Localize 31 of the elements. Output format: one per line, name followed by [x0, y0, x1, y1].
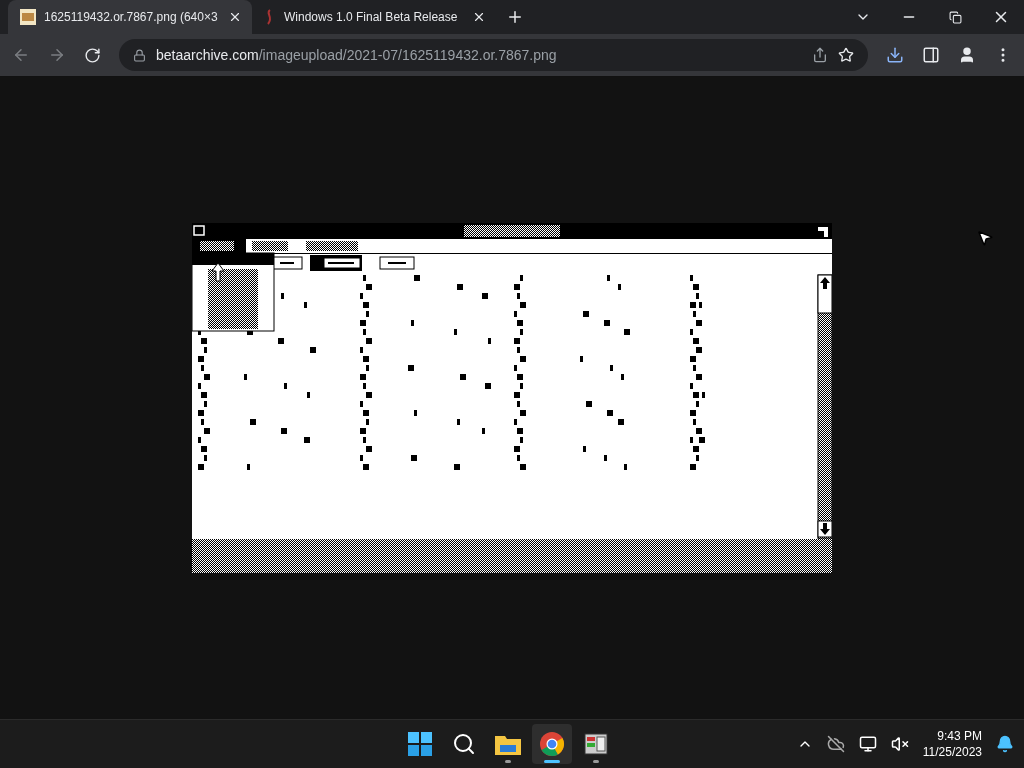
- start-icon[interactable]: [408, 732, 432, 756]
- address-bar[interactable]: betaarchive.com/imageupload/2021-07/1625119432.or.7867.png: [119, 39, 868, 71]
- clock[interactable]: 9:43 PM 11/25/2023: [922, 728, 982, 760]
- lock-icon: [133, 48, 146, 62]
- star-icon[interactable]: [838, 47, 854, 63]
- tab-title: 1625119432.or.7867.png (640×3: [44, 10, 219, 24]
- clock-date: 11/25/2023: [922, 744, 982, 760]
- tab-title: Windows 1.0 Final Beta Release: [284, 10, 459, 24]
- app-window-icon[interactable]: [583, 731, 609, 757]
- volume-muted-icon[interactable]: [890, 735, 909, 753]
- back-icon[interactable]: [12, 46, 30, 64]
- download-icon[interactable]: [886, 46, 904, 64]
- clock-time: 9:43 PM: [937, 728, 982, 744]
- mouse-pointer-icon: [976, 229, 994, 247]
- close-icon[interactable]: [472, 10, 486, 24]
- restore-icon[interactable]: [948, 10, 962, 24]
- forward-icon[interactable]: [48, 46, 66, 64]
- profile-icon[interactable]: [958, 46, 976, 64]
- browser-icon[interactable]: [539, 731, 565, 757]
- share-icon[interactable]: [812, 47, 828, 63]
- cloud-off-icon[interactable]: [826, 735, 845, 753]
- notification-icon[interactable]: [996, 735, 1014, 753]
- browser-tab[interactable]: 1625119432.or.7867.png (640×3: [8, 0, 252, 34]
- site-logo-icon: [20, 9, 36, 25]
- close-icon[interactable]: [228, 10, 242, 24]
- reload-icon[interactable]: [84, 46, 101, 64]
- side-panel-icon[interactable]: [922, 46, 940, 64]
- browser-tab[interactable]: Windows 1.0 Final Beta Release: [252, 0, 496, 34]
- folder-icon[interactable]: [495, 733, 521, 755]
- new-tab-icon[interactable]: [506, 8, 524, 26]
- search-icon[interactable]: [452, 732, 476, 756]
